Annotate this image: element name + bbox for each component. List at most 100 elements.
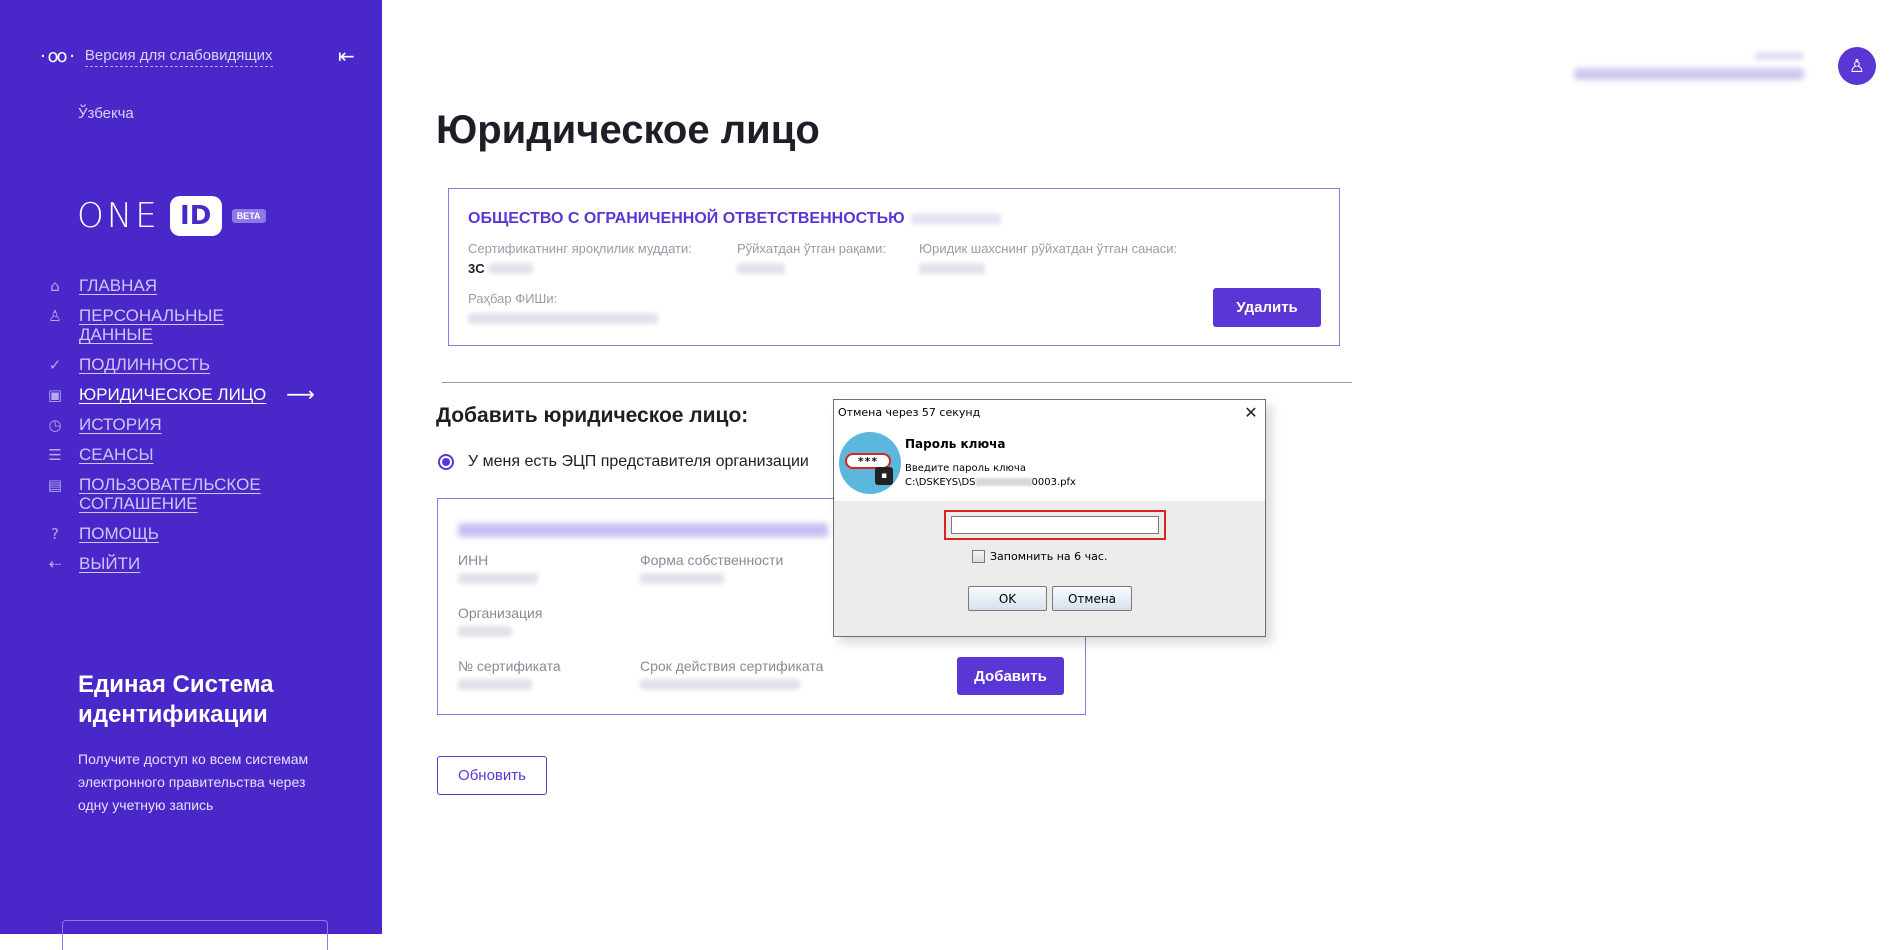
key-password-icon: *** ▪ xyxy=(839,432,901,494)
sidebar-item-history[interactable]: ◷ История xyxy=(45,415,315,434)
key-file-path: C:\DSKEYS\DS 0003.pfx xyxy=(905,477,1076,488)
user-icon: ♙ xyxy=(48,307,62,325)
organization-label: Организация xyxy=(458,605,543,621)
sidebar-item-logout[interactable]: ⇠ Выйти xyxy=(45,554,315,573)
entity-name-text: ОБЩЕСТВО С ОГРАНИЧЕННОЙ ОТВЕТСТВЕННОСТЬЮ xyxy=(468,210,905,227)
sidebar-item-sessions[interactable]: ☰ Сеансы xyxy=(45,445,315,464)
ok-button[interactable]: OK xyxy=(968,586,1047,611)
sidebar-item-label[interactable]: Подлинность xyxy=(79,355,210,374)
logout-icon: ⇠ xyxy=(48,555,62,573)
redacted-value xyxy=(910,212,1001,225)
sidebar-item-label[interactable]: Пользовательское соглашение xyxy=(79,475,289,513)
cert-validity-label: Сертификатнинг ярок̧лилик муддати: xyxy=(468,241,692,256)
check-circle-icon: ✓ xyxy=(48,356,62,374)
lock-icon: ▪ xyxy=(875,467,893,485)
user-icon: ♙ xyxy=(1848,55,1866,77)
password-field-highlight xyxy=(944,510,1166,540)
cert-validity-label: Срок действия сертификата xyxy=(640,658,824,674)
key-password-dialog: Отмена через 57 секунд ✕ *** ▪ Пароль кл… xyxy=(833,399,1266,637)
sidebar-item-personal-data[interactable]: ♙ Персональные данные xyxy=(45,306,315,344)
accessibility-label[interactable]: Версия для слабовидящих xyxy=(84,47,273,67)
sidebar-item-help[interactable]: ? Помощь xyxy=(45,524,315,543)
add-entity-title: Добавить юридическое лицо: xyxy=(436,404,749,427)
arrow-right-icon: ⟶ xyxy=(286,382,315,406)
dialog-instruction: Введите пароль ключа xyxy=(905,463,1026,474)
redacted-value xyxy=(458,626,512,637)
accessibility-toggle[interactable]: · oo · Версия для слабовидящих xyxy=(40,46,273,67)
list-icon: ☰ xyxy=(48,446,62,464)
briefcase-icon: ▣ xyxy=(47,386,63,404)
sidebar-item-home[interactable]: ⌂ Главная xyxy=(45,276,315,295)
dialog-titlebar: Отмена через 57 секунд ✕ xyxy=(834,400,1265,424)
delete-button[interactable]: Удалить xyxy=(1213,288,1321,327)
redacted-value xyxy=(737,263,785,274)
sidebar: · oo · Версия для слабовидящих ⇤ Ўзбекча… xyxy=(0,0,382,950)
legal-entity-card: ОБЩЕСТВО С ОГРАНИЧЕННОЙ ОТВЕТСТВЕННОСТЬЮ… xyxy=(448,188,1340,346)
sidebar-item-label[interactable]: Помощь xyxy=(79,524,159,543)
beta-badge: BETA xyxy=(231,209,266,223)
cert-validity-value: 3C xyxy=(468,261,485,276)
sidebar-item-label[interactable]: Главная xyxy=(79,276,157,295)
home-icon: ⌂ xyxy=(50,277,60,295)
sidebar-item-label[interactable]: Персональные данные xyxy=(79,306,289,344)
redacted-value xyxy=(640,679,800,690)
key-file-path-prefix: C:\DSKEYS\DS xyxy=(905,477,976,488)
sidebar-nav: ⌂ Главная ♙ Персональные данные ✓ Подлин… xyxy=(45,276,315,584)
one-id-logo: ONE ID BETA xyxy=(77,196,266,236)
sidebar-item-label[interactable]: Юридическое лицо xyxy=(79,385,266,404)
radio-button[interactable] xyxy=(438,454,454,470)
sidebar-item-authenticity[interactable]: ✓ Подлинность xyxy=(45,355,315,374)
radio-selected-dot xyxy=(442,458,450,466)
logo-id-badge: ID xyxy=(169,196,222,236)
cert-number-label: № сертификата xyxy=(458,658,561,674)
add-button[interactable]: Добавить xyxy=(957,657,1064,695)
cert-owner-redacted xyxy=(458,523,828,537)
document-icon: ▤ xyxy=(47,476,63,494)
sidebar-item-label[interactable]: Сеансы xyxy=(79,445,154,464)
password-input[interactable] xyxy=(951,516,1159,534)
glasses-icon: · oo · xyxy=(40,46,75,67)
collapse-sidebar-icon[interactable]: ⇤ xyxy=(338,44,355,68)
dialog-countdown-title: Отмена через 57 секунд xyxy=(838,405,981,419)
user-role-redacted xyxy=(1754,52,1804,60)
page-title: Юридическое лицо xyxy=(436,108,820,152)
clock-icon: ◷ xyxy=(48,416,62,434)
promo-text: Получите доступ ко всем системам электро… xyxy=(78,751,309,813)
ownership-label: Форма собственности xyxy=(640,552,784,568)
redacted-value xyxy=(468,313,658,324)
sidebar-bottom-box xyxy=(62,920,328,950)
redacted-value xyxy=(640,573,724,584)
question-icon: ? xyxy=(51,525,59,543)
redacted-value xyxy=(489,263,533,274)
redacted-value xyxy=(458,573,538,584)
user-name-redacted xyxy=(1574,68,1804,80)
radio-label[interactable]: У меня есть ЭЦП представителя организаци… xyxy=(468,453,809,471)
sidebar-item-label[interactable]: Выйти xyxy=(79,554,140,573)
remember-option[interactable]: Запомнить на 6 час. xyxy=(972,550,1107,563)
reg-number-label: Рўйхатдан ўтган рақами: xyxy=(737,241,886,256)
ecp-radio-option[interactable]: У меня есть ЭЦП представителя организаци… xyxy=(438,453,809,471)
key-file-path-suffix: 0003.pfx xyxy=(1031,477,1076,488)
sidebar-item-label[interactable]: История xyxy=(79,415,162,434)
dialog-header: *** ▪ Пароль ключа Введите пароль ключа … xyxy=(834,424,1265,501)
dialog-heading: Пароль ключа xyxy=(905,437,1006,451)
redacted-value xyxy=(975,478,1032,486)
remember-label[interactable]: Запомнить на 6 час. xyxy=(990,550,1107,563)
close-icon[interactable]: ✕ xyxy=(1241,403,1261,422)
sidebar-item-legal-entity[interactable]: ▣ Юридическое лицо ⟶ xyxy=(45,382,315,406)
redacted-value xyxy=(919,263,985,274)
remember-checkbox[interactable] xyxy=(972,550,985,563)
entity-name: ОБЩЕСТВО С ОГРАНИЧЕННОЙ ОТВЕТСТВЕННОСТЬЮ xyxy=(468,210,1001,228)
divider xyxy=(442,382,1352,383)
refresh-button[interactable]: Обновить xyxy=(437,756,547,795)
cancel-button[interactable]: Отмена xyxy=(1052,586,1132,611)
director-label: Раҳбар ФИШи: xyxy=(468,291,558,306)
language-switch[interactable]: Ўзбекча xyxy=(78,105,134,122)
promo-title: Единая Система идентификации xyxy=(78,671,274,728)
avatar[interactable]: ♙ xyxy=(1838,47,1876,85)
reg-date-label: Юридик шахснинг рўйхатдан ўтган санаси: xyxy=(919,241,1178,256)
inn-label: ИНН xyxy=(458,552,489,568)
redacted-value xyxy=(458,679,532,690)
sidebar-item-agreement[interactable]: ▤ Пользовательское соглашение xyxy=(45,475,315,513)
logo-one-text: ONE xyxy=(77,196,160,236)
